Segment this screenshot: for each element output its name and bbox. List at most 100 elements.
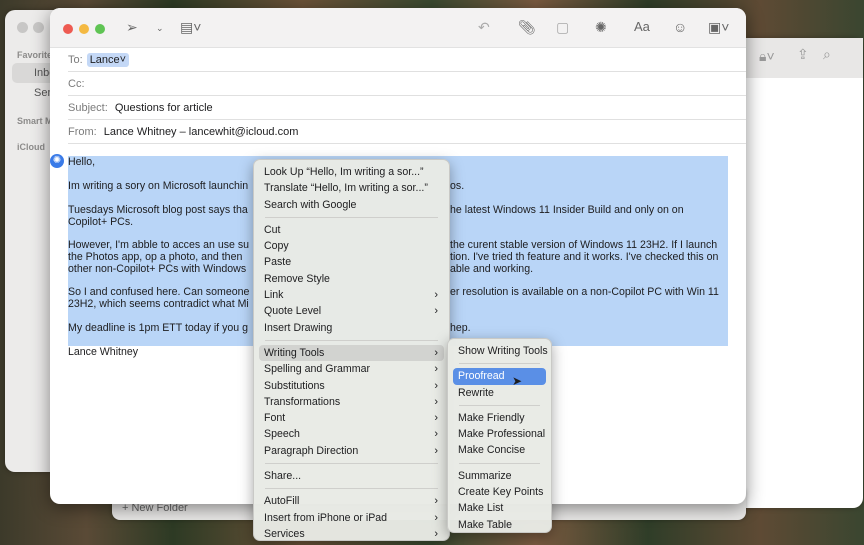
photo-browser-icon[interactable]: ▣˅ — [708, 19, 729, 36]
menu-item-label: Make Concise — [458, 444, 526, 457]
subject-value: Questions for article — [114, 102, 213, 114]
menu-item-rewrite[interactable]: Rewrite — [453, 385, 546, 401]
menu-item-copy[interactable]: Copy — [259, 238, 444, 254]
chevron-right-icon: › — [434, 395, 438, 408]
recipient-token[interactable]: Lance˅ — [86, 53, 130, 67]
menu-item-insert-from-iphone-or-ipad[interactable]: Insert from iPhone or iPad › — [259, 510, 444, 526]
chevron-right-icon: › — [434, 511, 438, 524]
menu-item-make-concise[interactable]: Make Concise — [453, 442, 546, 458]
body-line-right: able and working. — [450, 263, 534, 275]
format-fonts-button[interactable]: Aa — [634, 19, 650, 34]
chevron-right-icon: › — [434, 412, 438, 425]
menu-item-spelling-and-grammar[interactable]: Spelling and Grammar › — [259, 361, 444, 377]
header-fields-icon[interactable]: ▤˅ — [180, 19, 201, 36]
menu-item-services[interactable]: Services › — [259, 526, 444, 542]
body-line-left: other non-Copilot+ PCs with Windows — [68, 263, 247, 275]
menu-separator — [459, 363, 540, 365]
recipient-name: Lance — [89, 54, 120, 66]
body-line-left: Im writing a sory on Microsoft launchin — [68, 180, 249, 192]
menu-item-transformations[interactable]: Transformations › — [259, 394, 444, 410]
menu-separator — [265, 463, 438, 465]
menu-item-make-professional[interactable]: Make Professional — [453, 426, 546, 442]
menu-item-search-with-google[interactable]: Search with Google — [259, 197, 444, 213]
menu-item-summarize[interactable]: Summarize — [453, 468, 546, 484]
menu-item-label: Quote Level — [264, 305, 322, 318]
mouse-cursor-icon: ➤ — [512, 374, 523, 388]
menu-item-proofread[interactable]: Proofread — [453, 368, 546, 385]
menu-item-label: Make List — [458, 502, 504, 515]
menu-item-link[interactable]: Link › — [259, 287, 444, 303]
menu-item-label: Insert Drawing — [264, 321, 333, 334]
from-field[interactable]: From: Lance Whitney – lancewhit@icloud.c… — [68, 120, 746, 144]
body-line-right: os. — [450, 180, 465, 192]
writing-tools-icon[interactable]: ✺ — [595, 19, 607, 36]
menu-item-translate-hello-im-writing-a-sor[interactable]: Translate “Hello, Im writing a sor...” — [259, 180, 444, 196]
zoom-button[interactable] — [95, 24, 105, 34]
share-icon[interactable]: ⇪ — [797, 46, 809, 63]
menu-separator — [459, 462, 540, 464]
subject-label: Subject: — [68, 102, 108, 114]
menu-item-cut[interactable]: Cut — [259, 222, 444, 238]
menu-item-create-key-points[interactable]: Create Key Points — [453, 484, 546, 500]
lock-icon[interactable]: 🔒︎˅ — [759, 48, 775, 65]
menu-separator — [265, 488, 438, 490]
menu-item-make-table[interactable]: Make Table — [453, 517, 546, 533]
to-field[interactable]: To: Lance˅ — [68, 48, 746, 72]
attachment-icon[interactable]: 📎︎ — [518, 19, 536, 36]
menu-item-label: Speech — [264, 428, 300, 441]
menu-item-make-list[interactable]: Make List — [453, 500, 546, 516]
body-line-left: 23H2, which seems contradict what Mi — [68, 298, 249, 310]
menu-item-writing-tools[interactable]: Writing Tools › — [259, 344, 444, 362]
menu-item-paragraph-direction[interactable]: Paragraph Direction › — [259, 443, 444, 459]
chevron-right-icon: › — [434, 305, 438, 318]
body-line-left: So I and confused here. Can someone — [68, 286, 250, 298]
menu-item-share[interactable]: Share... — [259, 468, 444, 484]
menu-item-label: Look Up “Hello, Im writing a sor...” — [264, 166, 424, 178]
body-line-left: However, I'm abble to acces an use su — [68, 239, 250, 251]
menu-item-label: Link — [264, 289, 284, 302]
close-button[interactable] — [63, 24, 73, 34]
chevron-right-icon: › — [434, 444, 438, 457]
search-icon[interactable]: ⌕ — [823, 46, 831, 63]
emoji-icon[interactable]: ☺ — [673, 19, 687, 35]
menu-item-label: Rewrite — [458, 386, 494, 399]
subject-field[interactable]: Subject: Questions for article — [68, 96, 746, 120]
menu-item-label: Summarize — [458, 469, 512, 482]
menu-item-remove-style[interactable]: Remove Style — [259, 271, 444, 287]
markup-icon[interactable]: ▢ — [556, 19, 569, 36]
send-icon[interactable]: ➢ — [126, 19, 138, 36]
body-line-right: tion. I've tried th feature and it works… — [450, 251, 719, 263]
menu-item-label: Cut — [264, 223, 281, 236]
menu-item-font[interactable]: Font › — [259, 410, 444, 426]
chevron-right-icon: › — [434, 363, 438, 376]
from-value: Lance Whitney – lancewhit@icloud.com — [103, 126, 299, 138]
body-line-left: the Photos app, op a photo, and then — [68, 251, 243, 263]
body-line-left: Copilot+ PCs. — [68, 216, 134, 228]
menu-item-make-friendly[interactable]: Make Friendly — [453, 410, 546, 426]
menu-item-label: Search with Google — [264, 198, 357, 211]
menu-item-substitutions[interactable]: Substitutions › — [259, 378, 444, 394]
menu-item-look-up-hello-im-writing-a-sor[interactable]: Look Up “Hello, Im writing a sor...” — [259, 164, 444, 180]
cc-field[interactable]: Cc: — [68, 72, 746, 96]
menu-item-label: Paragraph Direction — [264, 444, 359, 457]
menu-item-quote-level[interactable]: Quote Level › — [259, 303, 444, 319]
minimize-button[interactable] — [79, 24, 89, 34]
menu-item-paste[interactable]: Paste — [259, 254, 444, 270]
body-line-left: Tuesdays Microsoft blog post says tha — [68, 204, 248, 216]
menu-separator — [459, 404, 540, 406]
menu-item-autofill[interactable]: AutoFill › — [259, 493, 444, 509]
writing-tools-submenu: Show Writing Tools Proofread Rewrite Make F… — [447, 338, 552, 533]
chevron-right-icon: › — [434, 346, 438, 359]
writing-tools-inline-icon[interactable]: ✺ — [50, 154, 64, 168]
compose-toolbar: ➢ ⌄ ▤˅ ↶ 📎︎ ▢ ✺ Aa ☺ ▣˅ — [50, 8, 746, 48]
body-line-right: the curent stable version of Windows 11 … — [450, 239, 718, 251]
chevron-right-icon: › — [434, 379, 438, 392]
menu-item-insert-drawing[interactable]: Insert Drawing — [259, 320, 444, 336]
send-options-chevron-icon[interactable]: ⌄ — [156, 23, 164, 34]
context-menu: Look Up “Hello, Im writing a sor...” Tran… — [253, 159, 450, 541]
menu-item-speech[interactable]: Speech › — [259, 426, 444, 442]
body-line-right: hep. — [450, 322, 471, 334]
menu-item-show-writing-tools[interactable]: Show Writing Tools — [453, 343, 548, 359]
menu-item-label: Make Friendly — [458, 411, 525, 424]
reply-icon[interactable]: ↶ — [478, 19, 490, 36]
